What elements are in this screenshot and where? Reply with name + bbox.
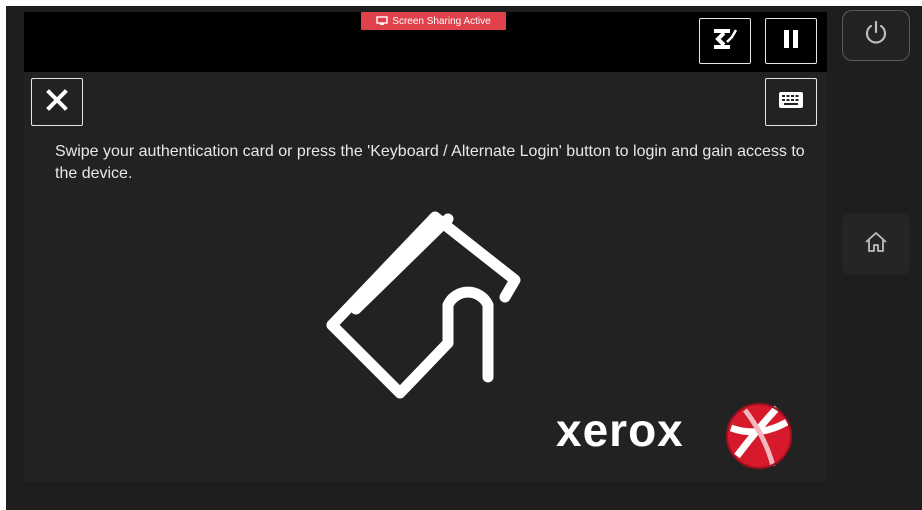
reset-swap-icon bbox=[710, 26, 740, 57]
xerox-logo bbox=[725, 402, 793, 470]
screen-share-icon bbox=[376, 16, 388, 26]
keyboard-icon bbox=[778, 91, 804, 114]
pause-icon bbox=[781, 28, 801, 55]
power-button[interactable] bbox=[842, 10, 910, 61]
card-swipe-illustration bbox=[320, 205, 530, 405]
close-x-icon bbox=[46, 88, 68, 116]
screen-sharing-label: Screen Sharing Active bbox=[392, 15, 491, 27]
keyboard-login-button[interactable] bbox=[765, 78, 817, 126]
reset-button[interactable] bbox=[699, 18, 751, 64]
login-instruction-text: Swipe your authentication card or press … bbox=[55, 143, 805, 182]
home-button[interactable] bbox=[842, 214, 910, 274]
xerox-wordmark: xerox bbox=[556, 404, 684, 456]
close-button[interactable] bbox=[31, 78, 83, 126]
card-swipe-icon bbox=[320, 211, 530, 409]
home-icon bbox=[863, 230, 889, 259]
screen-sharing-badge: Screen Sharing Active bbox=[361, 12, 506, 30]
pause-button[interactable] bbox=[765, 18, 817, 64]
power-icon bbox=[864, 20, 888, 51]
